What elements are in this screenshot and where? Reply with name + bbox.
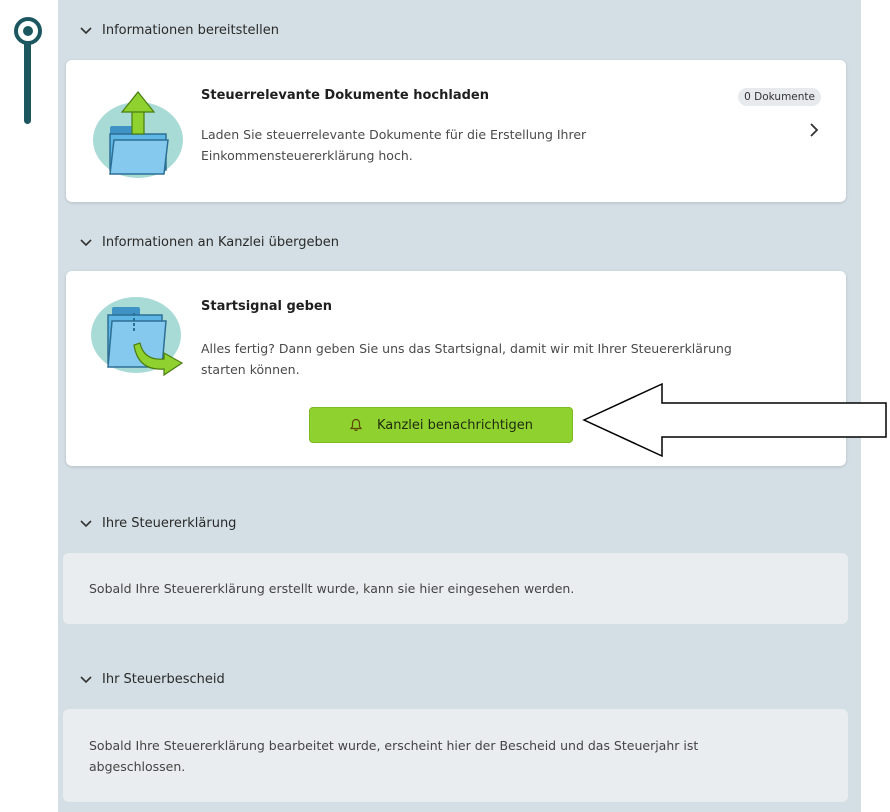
timeline-node [18, 669, 38, 689]
description-line: Alles fertig? Dann geben Sie uns das Sta… [201, 341, 732, 356]
upload-documents-card[interactable]: Steuerrelevante Dokumente hochladen Lade… [66, 60, 846, 202]
chevron-down-icon [78, 671, 94, 687]
annotation-arrow [582, 382, 887, 458]
section-title: Ihr Steuerbescheid [102, 671, 225, 687]
section-title: Informationen bereitstellen [102, 22, 279, 38]
bell-icon [349, 418, 363, 432]
description-line: Einkommensteuererklärung hoch. [201, 148, 413, 163]
description-line: Laden Sie steuerrelevante Dokumente für … [201, 127, 587, 142]
info-text: Sobald Ihre Steuererklärung erstellt wur… [89, 581, 575, 596]
document-count-badge: 0 Dokumente [738, 88, 821, 106]
chevron-down-icon [78, 22, 94, 38]
notify-office-button[interactable]: Kanzlei benachrichtigen [309, 407, 573, 443]
card-title: Startsignal geben [201, 299, 332, 314]
folder-send-icon [88, 285, 188, 385]
card-description: Laden Sie steuerrelevante Dokumente für … [201, 124, 586, 166]
section-title: Informationen an Kanzlei übergeben [102, 234, 339, 250]
chevron-down-icon [78, 234, 94, 250]
info-text: Sobald Ihre Steuererklärung bearbeitet w… [89, 735, 698, 777]
folder-upload-icon [88, 78, 188, 183]
card-description: Alles fertig? Dann geben Sie uns das Sta… [201, 338, 732, 380]
notice-info-card: Sobald Ihre Steuererklärung bearbeitet w… [63, 709, 848, 802]
chevron-down-icon [78, 515, 94, 531]
timeline-node-dot [23, 26, 33, 36]
timeline-node [18, 231, 38, 251]
chevron-right-icon[interactable] [808, 122, 820, 138]
section-header-bereitstellen[interactable]: Informationen bereitstellen [78, 19, 279, 41]
info-text-line: Sobald Ihre Steuererklärung bearbeitet w… [89, 738, 699, 753]
card-title: Steuerrelevante Dokumente hochladen [201, 88, 489, 103]
section-header-steuerbescheid[interactable]: Ihr Steuerbescheid [78, 668, 225, 690]
declaration-info-card: Sobald Ihre Steuererklärung erstellt wur… [63, 553, 848, 624]
button-label: Kanzlei benachrichtigen [376, 417, 534, 433]
section-header-steuererklaerung[interactable]: Ihre Steuererklärung [78, 512, 236, 534]
description-line: starten können. [201, 362, 300, 377]
section-title: Ihre Steuererklärung [102, 515, 237, 531]
timeline-node [18, 512, 38, 532]
timeline-node-active [14, 17, 42, 45]
section-header-uebergeben[interactable]: Informationen an Kanzlei übergeben [78, 231, 339, 253]
info-text-line: abgeschlossen. [89, 759, 186, 774]
